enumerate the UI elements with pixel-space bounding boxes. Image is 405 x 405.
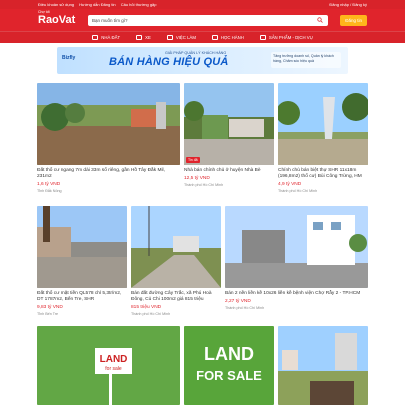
listing-card[interactable]: Đất thổ cư mặt tiền QL578 chỉ 5,3tr/m2, … <box>37 206 127 316</box>
listing-price: 9,83 tỷ VND <box>37 304 63 310</box>
listing-price: 2,27 tỷ VND <box>225 298 251 304</box>
banner-subtitle: GIẢI PHÁP QUẢN LÝ KHÁCH HÀNG <box>165 51 227 55</box>
listing-price: 12,5 tỷ VND <box>184 175 210 181</box>
banner-brand: Bizfly <box>62 55 76 61</box>
nav-item-real-estate[interactable]: NHÀ ĐẤT <box>92 35 120 40</box>
listing-image[interactable] <box>131 206 221 288</box>
nav-item-vehicles[interactable]: XE <box>136 35 151 40</box>
nav-item-services[interactable]: SẢN PHẨM - DỊCH VỤ <box>259 35 313 40</box>
listing-image[interactable] <box>225 206 368 288</box>
header-actions: Đăng tin <box>340 14 367 26</box>
site-logo[interactable]: Chợ tốt RaoVat <box>38 10 78 26</box>
listing-location: Thành phố Hồ Chí Minh <box>184 182 224 187</box>
listing-title[interactable]: Bán 2 nền liền kề 10x26 liền kề bệnh việ… <box>225 291 368 297</box>
listing-location: Tỉnh Đắk Nông <box>37 188 62 193</box>
listing-location: Thành phố Hồ Chí Minh <box>131 311 171 316</box>
listing-location: Thành phố Hồ Chí Minh <box>225 305 265 310</box>
listing-location: Thành phố Hồ Chí Minh <box>278 188 318 193</box>
banner-badge: Tăng trưởng doanh số, Quản lý khách hàng… <box>271 52 341 68</box>
listing-price: 1,6 tỷ VND <box>37 181 61 187</box>
listing-card[interactable]: Chính chủ bán biệt thự SHR 11x18m (196,8… <box>278 83 368 193</box>
listing-tag: Tin đã <box>186 157 200 163</box>
listing-title[interactable]: Nhà bán chính chủ ở huyện Nhà Bè <box>184 168 274 174</box>
listing-card[interactable]: LAND FOR SALE <box>184 326 274 405</box>
listing-price: 4,9 tỷ VND <box>278 181 302 187</box>
category-nav: NHÀ ĐẤT XE VIỆC LÀM HỌC HÀNH SẢN PHẨM - … <box>0 31 405 43</box>
land-sign-main: LAND <box>100 354 128 365</box>
nav-item-jobs[interactable]: VIỆC LÀM <box>166 35 196 40</box>
top-utility-bar: Điều khoản sử dụng Hướng dẫn Đăng tin Câ… <box>0 0 405 9</box>
search-icon[interactable] <box>316 16 324 24</box>
terms-link[interactable]: Điều khoản sử dụng <box>38 2 74 7</box>
listing-card[interactable]: Bán 2 nền liền kề 10x26 liền kề bệnh việ… <box>225 206 368 310</box>
listing-image[interactable] <box>37 206 127 288</box>
account-link[interactable]: Đăng nhập / Đăng ký <box>329 2 367 7</box>
logo-small-text: Chợ tốt <box>38 9 50 14</box>
banner-headline: BÁN HÀNG HIỆU QUẢ <box>109 56 229 68</box>
listing-image[interactable] <box>37 83 180 165</box>
car-icon <box>136 35 143 40</box>
post-ad-button[interactable]: Đăng tin <box>340 14 367 26</box>
book-icon <box>211 35 218 40</box>
listing-location: Tỉnh Bến Tre <box>37 311 59 316</box>
listing-image[interactable]: LAND FOR SALE <box>184 326 274 405</box>
promo-banner[interactable]: Bizfly GIẢI PHÁP QUẢN LÝ KHÁCH HÀNG BÁN … <box>57 47 348 74</box>
listing-image[interactable]: Tin đã <box>184 83 274 165</box>
listing-title[interactable]: Đất thổ cư ngang 7m dài 33m sổ riêng, gầ… <box>37 168 180 180</box>
guide-link[interactable]: Hướng dẫn Đăng tin <box>79 2 115 7</box>
listing-image[interactable] <box>278 83 368 165</box>
listing-card[interactable]: Đất thổ cư ngang 7m dài 33m sổ riêng, gầ… <box>37 83 180 193</box>
listing-card[interactable]: LAND for sale <box>37 326 180 405</box>
listing-image[interactable] <box>278 326 368 405</box>
land-banner-sub: FOR SALE <box>196 368 262 383</box>
land-banner-main: LAND <box>204 344 254 364</box>
listing-title[interactable]: Bán đất đường Cây Trắc, xã Phú Hoà Đông,… <box>131 291 221 303</box>
top-links: Điều khoản sử dụng Hướng dẫn Đăng tin Câ… <box>38 2 161 7</box>
search-placeholder: Bạn muốn tìm gì? <box>92 17 128 23</box>
land-sign-sub: for sale <box>105 366 122 372</box>
tools-icon <box>259 35 266 40</box>
listing-title[interactable]: Chính chủ bán biệt thự SHR 11x18m (196,8… <box>278 168 368 180</box>
listing-title[interactable]: Đất thổ cư mặt tiền QL578 chỉ 5,3tr/m2, … <box>37 291 127 303</box>
nav-item-education[interactable]: HỌC HÀNH <box>211 35 244 40</box>
listing-card[interactable]: Bán đất đường Cây Trắc, xã Phú Hoà Đông,… <box>131 206 221 316</box>
faq-link[interactable]: Câu hỏi thường gặp <box>121 2 157 7</box>
listing-image[interactable]: LAND for sale <box>37 326 180 405</box>
listing-price: 815 triệu VND <box>131 304 162 310</box>
briefcase-icon <box>166 35 173 40</box>
house-icon <box>92 35 99 40</box>
logo-main-text: RaoVat <box>38 13 76 26</box>
listing-card[interactable] <box>278 326 368 405</box>
listing-card[interactable]: Tin đã Nhà bán chính chủ ở huyện Nhà Bè … <box>184 83 274 187</box>
main-header: Chợ tốt RaoVat Bạn muốn tìm gì? Đăng tin <box>0 9 405 31</box>
search-bar[interactable]: Bạn muốn tìm gì? <box>88 14 329 26</box>
